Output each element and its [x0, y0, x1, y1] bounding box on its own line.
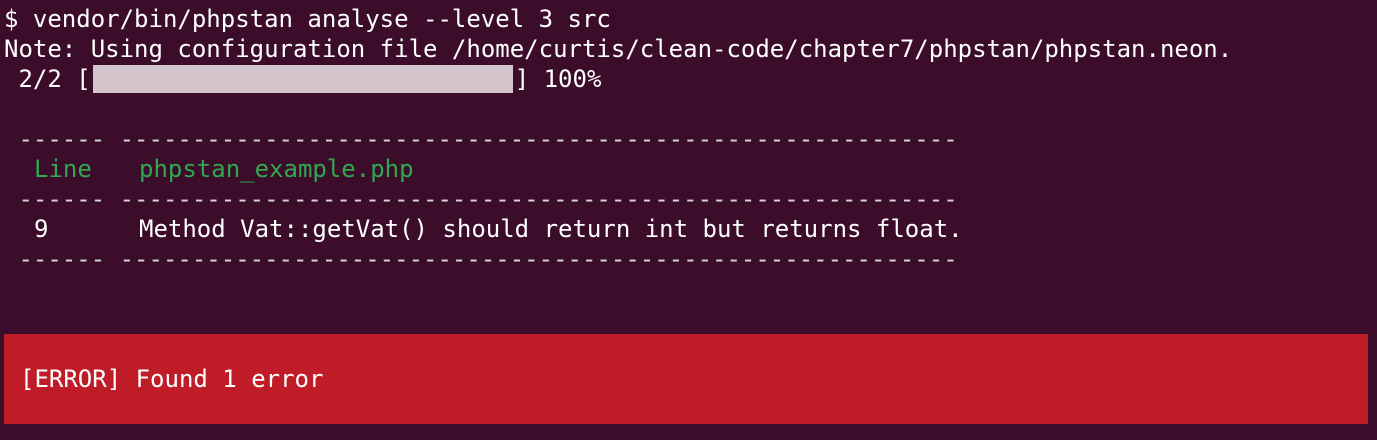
table-row-message: Method Vat::getVat() should return int b…	[139, 215, 963, 243]
config-note: Note: Using configuration file /home/cur…	[4, 35, 1233, 63]
progress-close-bracket: ]	[514, 65, 530, 93]
table-header-line: Line	[34, 155, 92, 183]
table-separator-top: ------ ---------------------------------…	[4, 125, 958, 153]
progress-bar-fill	[92, 65, 513, 93]
command-line: $ vendor/bin/phpstan analyse --level 3 s…	[4, 5, 611, 33]
progress-percent: 100%	[529, 65, 602, 93]
table-separator-bottom: ------ ---------------------------------…	[4, 245, 958, 273]
table-header-file: phpstan_example.php	[139, 155, 414, 183]
error-banner: [ERROR] Found 1 error	[4, 334, 1368, 424]
table-separator-middle: ------ ---------------------------------…	[4, 185, 958, 213]
progress-count: 2/2 [	[4, 65, 91, 93]
terminal-window[interactable]: $ vendor/bin/phpstan analyse --level 3 s…	[0, 0, 1377, 440]
table-row-line-number: 9	[34, 215, 49, 243]
error-message: [ERROR] Found 1 error	[20, 365, 324, 393]
progress-bar	[92, 65, 513, 93]
progress-row: 2/2 [ ] 100%	[4, 64, 601, 94]
